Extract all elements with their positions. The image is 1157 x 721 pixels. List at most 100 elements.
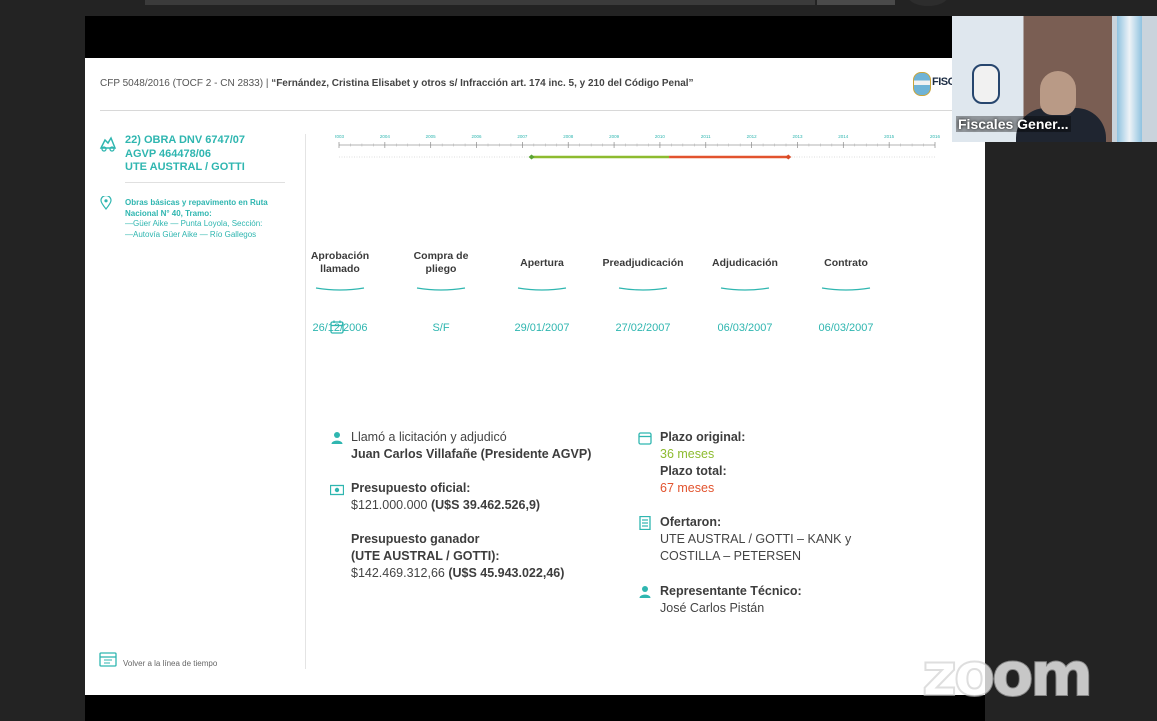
step-underline bbox=[315, 287, 365, 291]
plazo-total-label: Plazo total: bbox=[660, 464, 727, 478]
llamo-name: Juan Carlos Villafañe (Presidente AGVP) bbox=[351, 447, 592, 461]
participant-head bbox=[1040, 71, 1076, 115]
timeline-end-marker bbox=[785, 154, 792, 160]
location-pin-icon bbox=[100, 196, 112, 210]
slide-letterbox-bottom bbox=[85, 695, 985, 721]
timeline-year-label: 2008 bbox=[563, 134, 574, 139]
step-label: Preadjudicación bbox=[598, 257, 688, 270]
step-label: Apertura bbox=[497, 257, 587, 270]
slide-letterbox-top bbox=[85, 16, 985, 58]
zoom-top-avatar bbox=[908, 0, 948, 6]
presupuesto-ganador-usd: (U$S 45.943.022,46) bbox=[448, 566, 565, 580]
calendar-plazo-icon bbox=[638, 432, 652, 445]
obra-dnv: 22) OBRA DNV 6747/07 bbox=[125, 134, 246, 146]
header-divider bbox=[100, 110, 955, 111]
timeline-year-label: 2007 bbox=[517, 134, 528, 139]
step-label-line1: Aprobación bbox=[310, 250, 370, 262]
roadwork-icon bbox=[99, 136, 117, 152]
representante-block: Representante Técnico: José Carlos Pistá… bbox=[660, 583, 802, 617]
step-underline bbox=[517, 287, 567, 291]
ofertaron-line1: UTE AUSTRAL / GOTTI – KANK y bbox=[660, 532, 852, 546]
plazo-original-label: Plazo original: bbox=[660, 430, 746, 444]
calendar-icon bbox=[330, 320, 344, 334]
shared-slide: CFP 5048/2016 (TOCF 2 - CN 2833) | “Fern… bbox=[85, 58, 985, 695]
mini-timeline: 2003 2004 2005 2006 2007 2008 2009 2010 2011 2012… bbox=[335, 134, 941, 160]
step-label-line2: llamado bbox=[320, 263, 360, 275]
presupuesto-oficial-block: Presupuesto oficial: $121.000.000 (U$S 3… bbox=[351, 480, 540, 514]
step-label: Aprobación llamado bbox=[295, 250, 385, 276]
participant-video[interactable]: Fiscales Gener... bbox=[952, 16, 1157, 142]
plazo-block: Plazo original: 36 meses Plazo total: 67… bbox=[660, 429, 745, 497]
presupuesto-ganador-label: Presupuesto ganador bbox=[351, 532, 480, 546]
step-date: S/F bbox=[432, 322, 450, 334]
step-label-line1: Compra de bbox=[413, 250, 469, 262]
money-icon bbox=[330, 484, 344, 496]
person-icon bbox=[331, 432, 343, 444]
argentina-flag bbox=[1117, 16, 1142, 142]
obra-desc-line3: —Güer Aike — Punta Loyola, Sección: bbox=[125, 219, 263, 228]
representante-label: Representante Técnico: bbox=[660, 584, 802, 598]
timeline-year-label: 2004 bbox=[380, 134, 391, 139]
presupuesto-oficial-ars: $121.000.000 bbox=[351, 498, 431, 512]
presupuesto-ganador-ars: $142.469.312,66 bbox=[351, 566, 449, 580]
timeline-year-label: 2003 bbox=[335, 134, 345, 139]
case-header: CFP 5048/2016 (TOCF 2 - CN 2833) | “Fern… bbox=[100, 78, 694, 89]
step-label: Contrato bbox=[801, 257, 891, 270]
ofertaron-block: Ofertaron: UTE AUSTRAL / GOTTI – KANK y … bbox=[660, 514, 851, 565]
timeline-year-label: 2014 bbox=[838, 134, 849, 139]
step-label-line2: pliego bbox=[425, 263, 457, 275]
step-underline bbox=[416, 287, 466, 291]
step-date: 29/01/2007 bbox=[514, 322, 570, 334]
obra-title: 22) OBRA DNV 6747/07 AGVP 464478/06 UTE … bbox=[125, 134, 245, 175]
obra-desc-line4: —Autovía Güer Aike — Río Gallegos bbox=[125, 229, 257, 239]
ofertaron-line2: COSTILLA – PETERSEN bbox=[660, 549, 802, 563]
presupuesto-ganador-ute: (UTE AUSTRAL / GOTTI): bbox=[351, 549, 500, 563]
timeline-year-label: 2005 bbox=[426, 134, 437, 139]
timeline-year-label: 2016 bbox=[930, 134, 941, 139]
argentina-seal-icon bbox=[913, 72, 931, 96]
sidebar-divider bbox=[125, 182, 285, 183]
timeline-year-label: 2013 bbox=[792, 134, 803, 139]
presupuesto-ganador-block: Presupuesto ganador (UTE AUSTRAL / GOTTI… bbox=[351, 531, 564, 582]
zoom-top-button[interactable] bbox=[817, 0, 895, 5]
timeline-start-marker bbox=[528, 154, 535, 160]
step-label-line1: Preadjudicación bbox=[602, 257, 684, 269]
step-label-line1: Apertura bbox=[520, 257, 564, 269]
step-underline bbox=[618, 287, 668, 291]
timeline-year-label: 2012 bbox=[747, 134, 758, 139]
step-label-line1: Contrato bbox=[824, 257, 868, 269]
step-label: Compra de pliego bbox=[396, 250, 486, 276]
plazo-total-value: 67 meses bbox=[660, 481, 715, 495]
obra-desc-line2: Nacional N° 40, Tramo: bbox=[125, 208, 212, 218]
step-underline bbox=[720, 287, 770, 291]
timeline-year-label: 2006 bbox=[472, 134, 483, 139]
case-title: “Fernández, Cristina Elisabet y otros s/… bbox=[271, 78, 694, 89]
timeline-year-label: 2010 bbox=[655, 134, 666, 139]
presupuesto-oficial-usd: (U$S 39.462.526,9) bbox=[430, 498, 541, 512]
zoom-watermark: zoom bbox=[921, 639, 1094, 711]
case-number: CFP 5048/2016 (TOCF 2 - CN 2833) | bbox=[100, 78, 272, 89]
fiscales-plaque bbox=[972, 64, 1000, 104]
timeline-back-icon[interactable] bbox=[99, 651, 117, 667]
timeline-year-label: 2011 bbox=[701, 134, 711, 139]
document-icon bbox=[639, 516, 651, 530]
zoom-top-bar bbox=[145, 0, 815, 5]
representante-person-icon bbox=[639, 586, 651, 598]
step-date: 06/03/2007 bbox=[818, 322, 874, 334]
participant-name: Fiscales Gener... bbox=[956, 116, 1071, 132]
ofertaron-label: Ofertaron: bbox=[660, 515, 722, 529]
step-label: Adjudicación bbox=[700, 257, 790, 270]
step-label-line1: Adjudicación bbox=[712, 257, 778, 269]
step-underline bbox=[821, 287, 871, 291]
obra-ute: UTE AUSTRAL / GOTTI bbox=[125, 161, 245, 173]
timeline-year-label: 2015 bbox=[884, 134, 895, 139]
llamo-block: Llamó a licitación y adjudicó Juan Carlo… bbox=[351, 429, 591, 463]
step-date: 27/02/2007 bbox=[615, 322, 671, 334]
plazo-original-value: 36 meses bbox=[660, 447, 715, 461]
obra-description: Obras básicas y repavimento en Ruta Naci… bbox=[125, 198, 300, 240]
obra-agvp: AGVP 464478/06 bbox=[125, 147, 212, 160]
presupuesto-oficial-label: Presupuesto oficial: bbox=[351, 481, 471, 495]
obra-desc-line1: Obras básicas y repavimento en Ruta bbox=[125, 198, 268, 207]
sidebar-separator bbox=[305, 134, 306, 669]
back-to-timeline-link[interactable]: Volver a la línea de tiempo bbox=[123, 659, 217, 668]
